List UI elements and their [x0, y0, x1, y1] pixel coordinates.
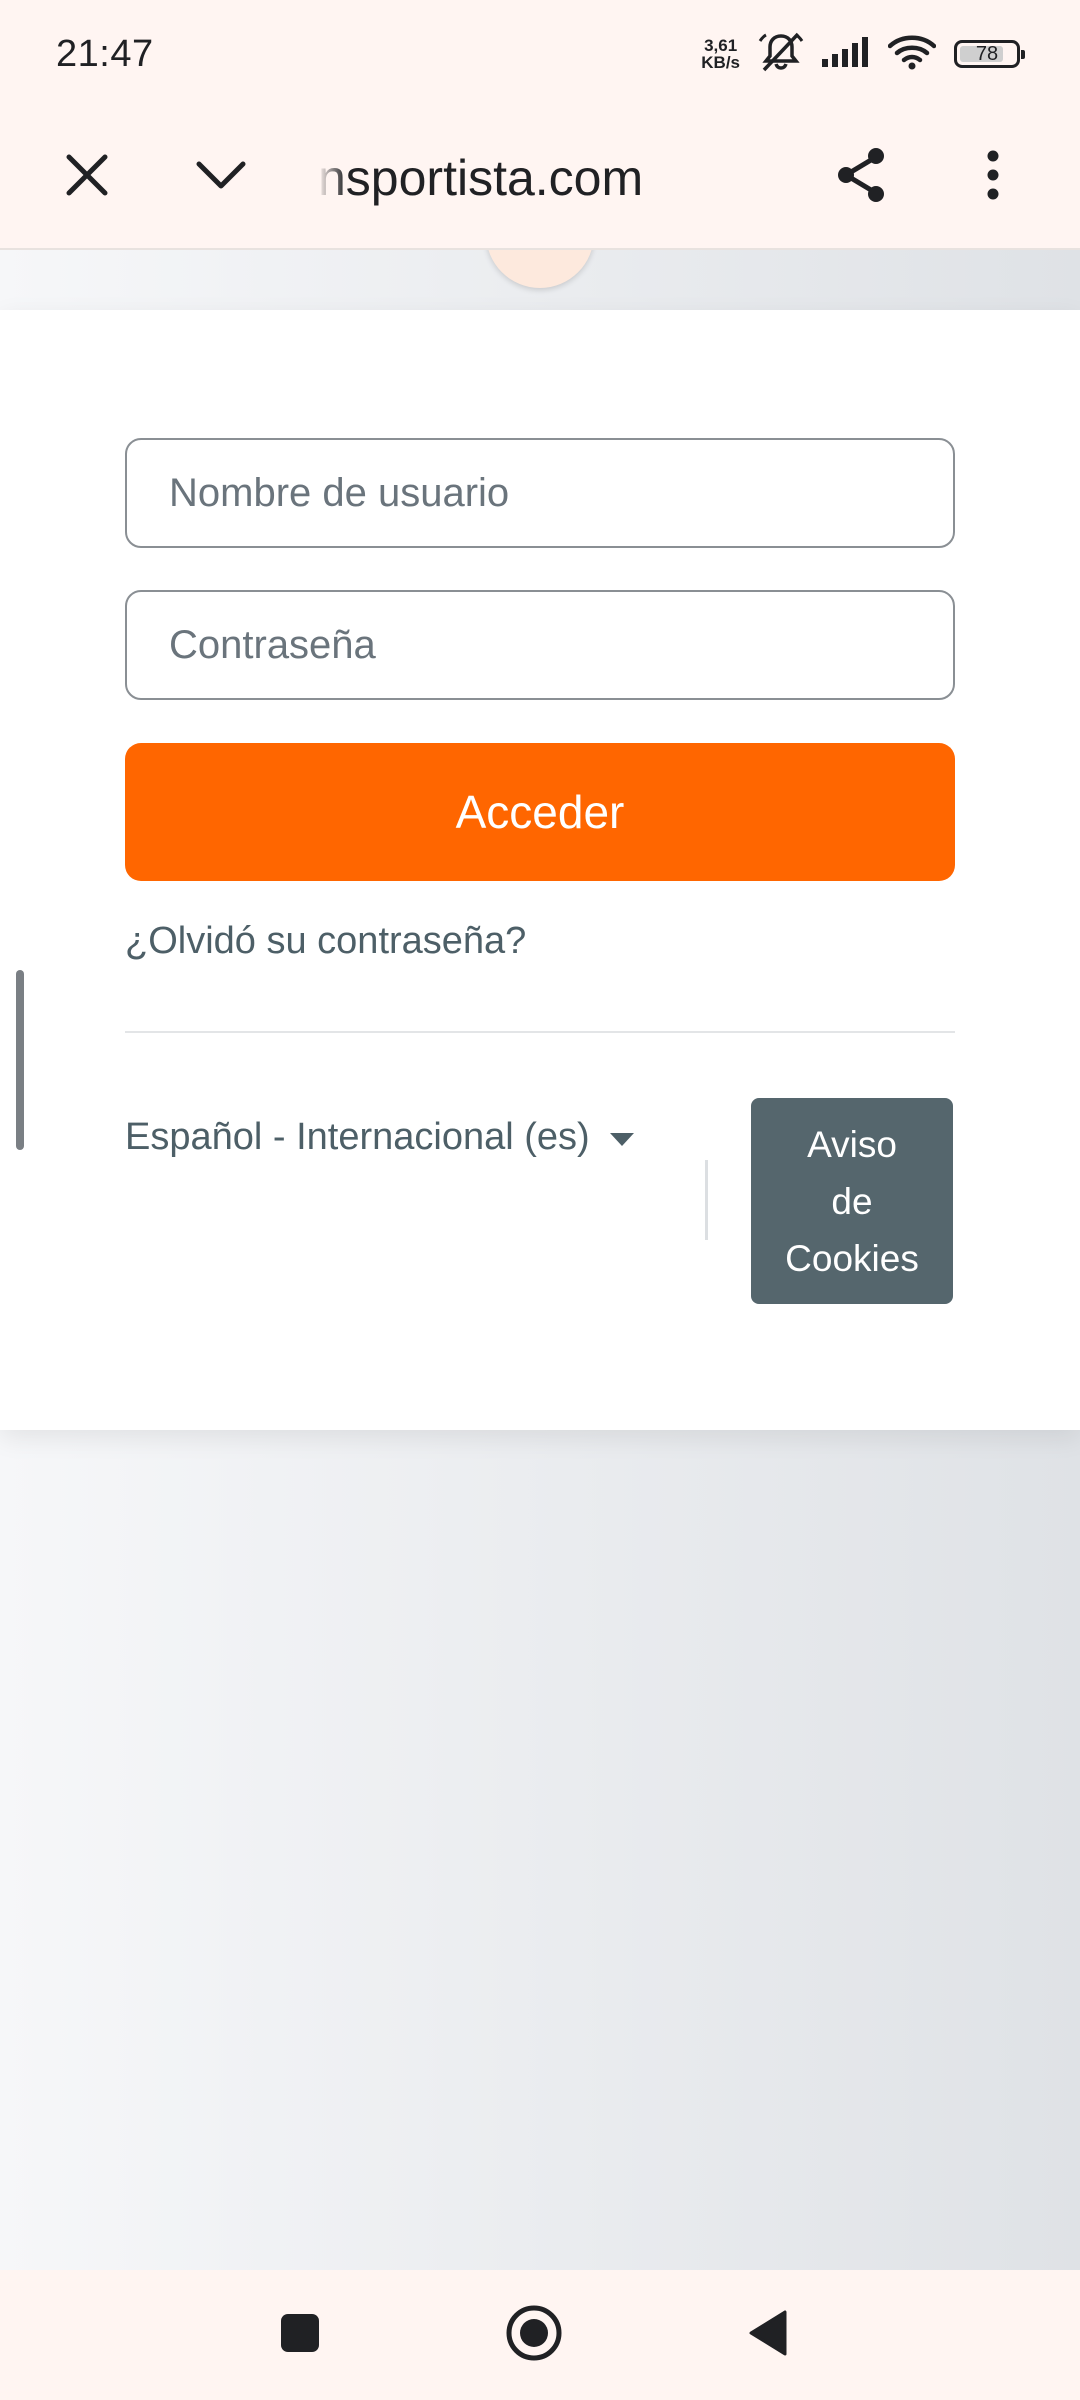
- battery-icon: 78: [954, 40, 1025, 68]
- close-icon: [65, 153, 109, 202]
- close-tab-button[interactable]: [44, 134, 130, 220]
- forgot-password-link[interactable]: ¿Olvidó su contraseña?: [125, 920, 526, 963]
- screen: 21:47 3,61 KB/s 78 nsportista.com Nombre…: [0, 0, 1080, 2400]
- network-speed-unit: KB/s: [701, 53, 740, 72]
- status-time: 21:47: [56, 33, 154, 75]
- wifi-icon: [887, 34, 937, 75]
- status-bar: 21:47 3,61 KB/s 78: [0, 0, 1080, 108]
- username-input[interactable]: [125, 438, 955, 548]
- password-input[interactable]: [125, 590, 955, 700]
- vertical-separator: [705, 1160, 708, 1240]
- cookies-notice-button[interactable]: Aviso de Cookies: [751, 1098, 953, 1304]
- share-button[interactable]: [818, 134, 904, 220]
- login-button[interactable]: Acceder: [125, 743, 955, 881]
- network-speed: 3,61 KB/s: [701, 37, 740, 71]
- more-vert-icon: [986, 150, 1000, 205]
- back-triangle-icon: [747, 2309, 789, 2362]
- recents-button[interactable]: [260, 2295, 340, 2375]
- language-label: Español - Internacional (es): [125, 1116, 590, 1158]
- language-selector[interactable]: Español - Internacional (es): [125, 1116, 634, 1159]
- back-button[interactable]: [728, 2295, 808, 2375]
- signal-icon: [822, 36, 870, 72]
- navigation-bar: [0, 2270, 1080, 2400]
- url-text[interactable]: nsportista.com: [318, 136, 788, 220]
- silent-mode-icon: [758, 31, 804, 78]
- network-speed-value: 3,61: [704, 36, 738, 55]
- home-circle-icon: [505, 2304, 563, 2367]
- overflow-menu-button[interactable]: [950, 134, 1036, 220]
- divider: [125, 1031, 955, 1033]
- chevron-down-icon: [195, 160, 247, 195]
- browser-toolbar: nsportista.com: [0, 108, 1080, 250]
- share-icon: [834, 146, 888, 209]
- login-card: Acceder ¿Olvidó su contraseña? Español -…: [0, 310, 1080, 1430]
- minimize-button[interactable]: [178, 134, 264, 220]
- caret-down-icon: [609, 1133, 634, 1146]
- battery-level: 78: [975, 42, 999, 65]
- home-button[interactable]: [494, 2295, 574, 2375]
- scrollbar-thumb[interactable]: [16, 970, 24, 1150]
- status-icons: 3,61 KB/s 78: [701, 30, 1025, 78]
- square-icon: [280, 2313, 320, 2358]
